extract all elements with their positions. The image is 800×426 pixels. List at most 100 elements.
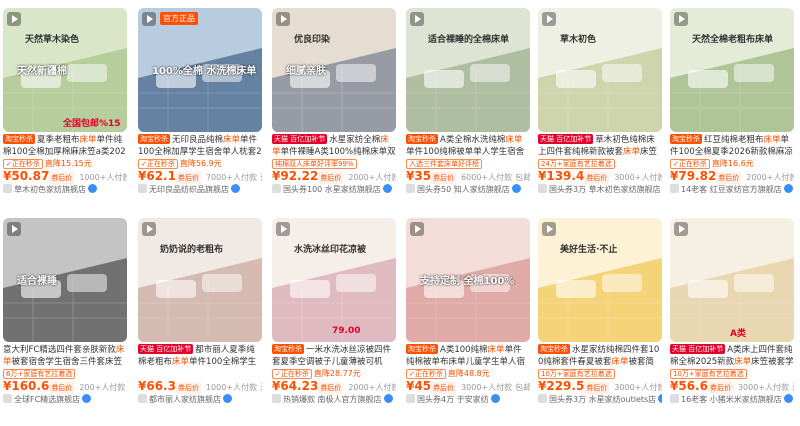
- product-card[interactable]: 适合裸睡 意大利FC精选四件套亲肤新款床单被套宿舍学生宿舍三件套床笠床上 6万+…: [3, 218, 127, 426]
- arrow-right-icon[interactable]: [383, 394, 393, 403]
- channel-tag: 淘宝秒杀: [3, 134, 35, 144]
- shop-line[interactable]: 国头券3万 草木初色家纺旗舰店: [538, 184, 662, 196]
- price: ¥79.82: [670, 169, 717, 183]
- shop-line[interactable]: 草木初色家纺旗舰店: [3, 184, 127, 196]
- promo-badge: ✓正在秒杀: [3, 159, 43, 169]
- shop-icon: [538, 394, 547, 403]
- shop-icon: [538, 184, 547, 193]
- price: ¥66.3: [138, 379, 176, 393]
- video-icon[interactable]: [142, 12, 156, 26]
- promo-badge: 入选三件套床单好评榜: [406, 159, 482, 169]
- image-caption-top: 美好生活·不止: [560, 245, 618, 255]
- title-keyword: 床单: [172, 357, 190, 367]
- product-image[interactable]: 官方正品 100%全棉 水洗棉床单: [138, 8, 262, 132]
- product-card[interactable]: 草木初色 天猫 百亿加补节草木初色纯棉床上四件套纯棉新款被套床单床笠单人 24万…: [538, 8, 662, 216]
- arrow-right-icon[interactable]: [783, 394, 793, 403]
- sales-count: 200+人付款: [79, 383, 126, 392]
- promo-badge: ✓正在秒杀: [138, 159, 178, 169]
- product-title[interactable]: 淘宝秒杀红豆纯棉老粗布床单单件100全棉夏季2026新款棉麻凉爽床: [670, 134, 794, 158]
- arrow-right-icon[interactable]: [511, 184, 521, 193]
- product-image[interactable]: 奶奶说的老粗布: [138, 218, 262, 342]
- product-title[interactable]: 淘宝秒杀A类100纯棉床单单件纯棉被单布床单儿童学生单人宿舍: [406, 344, 530, 368]
- product-title[interactable]: 淘宝秒杀A类全棉水洗纯棉床单单件100纯棉被单单人学生宿舍单人被单: [406, 134, 530, 158]
- arrow-right-icon[interactable]: [88, 184, 97, 193]
- arrow-right-icon[interactable]: [382, 184, 392, 193]
- arrow-right-icon[interactable]: [490, 394, 500, 403]
- arrow-right-icon[interactable]: [658, 394, 662, 403]
- video-icon[interactable]: [7, 222, 21, 236]
- video-icon[interactable]: [410, 12, 424, 26]
- arrow-right-icon[interactable]: [231, 184, 240, 193]
- product-image[interactable]: 适合裸睡的全棉床单: [406, 8, 530, 132]
- shop-line[interactable]: 国头券3万 水星家纺outlets店: [538, 394, 662, 406]
- product-card[interactable]: A类 天猫 百亿加补节A类床上四件套纯棉全棉2025新款床单床笠被套学生宿舍三件…: [670, 218, 794, 426]
- shop-name: 全球FC精选旗舰店: [14, 395, 81, 404]
- product-title[interactable]: 意大利FC精选四件套亲肤新款床单被套宿舍学生宿舍三件套床笠床上: [3, 344, 127, 368]
- product-image[interactable]: 优良印染 细腻亲肤: [272, 8, 396, 132]
- shipping-text: 江苏: [260, 383, 262, 392]
- video-icon[interactable]: [410, 222, 424, 236]
- product-card[interactable]: 奶奶说的老粗布 天猫 百亿加补节都市丽人夏季纯棉老粗布床单单件100全棉学生宿舍…: [138, 218, 262, 426]
- product-card[interactable]: 美好生活·不止 淘宝秒杀水星家纺纯棉四件套100纯棉套件春夏被套床单被套简约 1…: [538, 218, 662, 426]
- sales-count: 3000+人付款: [614, 173, 662, 182]
- product-image[interactable]: 适合裸睡: [3, 218, 127, 342]
- price: ¥160.6: [3, 379, 50, 393]
- video-icon[interactable]: [674, 12, 688, 26]
- product-image[interactable]: 水洗冰丝印花凉被 79.00: [272, 218, 396, 342]
- product-image[interactable]: 天然草木染色 天然新疆棉 全国包邮%15: [3, 8, 127, 132]
- channel-tag: 天猫 百亿加补节: [138, 344, 194, 354]
- title-keyword: 床单: [611, 357, 629, 367]
- video-icon[interactable]: [142, 222, 156, 236]
- arrow-right-icon[interactable]: [783, 184, 793, 193]
- product-card[interactable]: 天然全棉老粗布床单 淘宝秒杀 红豆纯棉老粗布床单单件100全棉夏季2026新款棉麻…: [670, 8, 794, 216]
- shop-line[interactable]: 14老客 红豆家纺官方旗舰店: [670, 184, 794, 196]
- product-card[interactable]: 天然草木染色 天然新疆棉 全国包邮%15 淘宝秒杀 夏季老粗布床单单件纯棉100全…: [3, 8, 127, 216]
- product-info: 意大利FC精选四件套亲肤新款床单被套宿舍学生宿舍三件套床笠床上 6万+家庭有艺拉…: [3, 344, 127, 406]
- product-card[interactable]: 水洗冰丝印花凉被 79.00 淘宝秒杀 一米水洗冰丝凉被四件套夏季空调被子儿童薄被…: [272, 218, 396, 426]
- video-icon[interactable]: [542, 12, 556, 26]
- video-icon[interactable]: [674, 222, 688, 236]
- product-title[interactable]: 淘宝秒杀 一米水洗冰丝凉被四件套夏季空调被子儿童薄被可机: [272, 344, 396, 368]
- shop-line[interactable]: 国头券4万 于安家纺: [406, 394, 530, 406]
- sales-count: 1000+人付款: [205, 383, 258, 392]
- sales-count: 3000+人付款: [614, 383, 662, 392]
- video-icon[interactable]: [276, 12, 290, 26]
- shop-line[interactable]: 无印良品纺织品旗舰店: [138, 184, 262, 196]
- product-card[interactable]: 支持定制 全棉100% 淘宝秒杀 A类100纯棉床单单件纯棉被单布床单儿童学生单人…: [406, 218, 530, 426]
- channel-tag: 天猫 百亿加补节: [670, 344, 726, 354]
- shop-name: 无印良品纺织品旗舰店: [149, 185, 229, 194]
- shop-line[interactable]: 16老客 小猪米米家纺旗舰店: [670, 394, 794, 406]
- arrow-right-icon[interactable]: [82, 394, 92, 403]
- shop-line[interactable]: 都市丽人家纺旗舰店: [138, 394, 262, 406]
- shop-line[interactable]: 热销爆款 南极人官方旗舰店: [272, 394, 396, 406]
- product-image[interactable]: 天然全棉老粗布床单: [670, 8, 794, 132]
- video-icon[interactable]: [276, 222, 290, 236]
- video-icon[interactable]: [7, 12, 21, 26]
- channel-tag: 天猫 百亿加补节: [538, 134, 594, 144]
- product-title[interactable]: 淘宝秒杀夏季老粗布床单单件纯棉100全棉加厚棉麻床笠a类2026: [3, 134, 127, 158]
- video-icon[interactable]: [542, 222, 556, 236]
- product-card[interactable]: 优良印染 细腻亲肤 天猫 百亿加补节 水星家纺全棉床单单件裸睡A类100%纯棉床单…: [272, 8, 396, 216]
- price: ¥229.5: [538, 379, 585, 393]
- product-title[interactable]: 天猫 百亿加补节都市丽人夏季纯棉老粗布床单单件100全棉学生宿舍单人: [138, 344, 262, 368]
- title-text: A类100纯棉: [440, 345, 488, 355]
- shop-line[interactable]: 全球FC精选旗舰店: [3, 394, 127, 406]
- product-title[interactable]: 天猫 百亿加补节水星家纺全棉床单单件裸睡A类100%纯棉床单双人: [272, 134, 396, 158]
- product-title[interactable]: 天猫 百亿加补节草木初色纯棉床上四件套纯棉新款被套床单床笠单人: [538, 134, 662, 158]
- channel-tag: 淘宝秒杀: [272, 344, 304, 354]
- product-info: 淘宝秒杀水星家纺纯棉四件套100纯棉套件春夏被套床单被套简约 10万+家庭有艺拉…: [538, 344, 662, 406]
- product-title[interactable]: 淘宝秒杀水星家纺纯棉四件套100纯棉套件春夏被套床单被套简约: [538, 344, 662, 368]
- product-image[interactable]: 支持定制 全棉100%: [406, 218, 530, 342]
- product-title[interactable]: 天猫 百亿加补节A类床上四件套纯棉全棉2025新款床单床笠被套学生宿舍三件套: [670, 344, 794, 368]
- shop-line[interactable]: 国头券50 知人家纺旗舰店: [406, 184, 530, 196]
- arrow-right-icon[interactable]: [223, 394, 232, 403]
- shop-line[interactable]: 国头券100 水星家纺旗舰店: [272, 184, 396, 196]
- price-suffix: 券后价: [584, 172, 610, 184]
- product-card[interactable]: 适合裸睡的全棉床单 淘宝秒杀A类全棉水洗纯棉床单单件100纯棉被单单人学生宿舍单…: [406, 8, 530, 216]
- shop-name: 热销爆款 南极人官方旗舰店: [283, 395, 382, 404]
- product-title[interactable]: 淘宝秒杀无印良品纯棉床单单件100全棉加厚学生宿舍单人枕套2026: [138, 134, 262, 158]
- product-image[interactable]: A类: [670, 218, 794, 342]
- product-image[interactable]: 美好生活·不止: [538, 218, 662, 342]
- product-image[interactable]: 草木初色: [538, 8, 662, 132]
- product-card[interactable]: 官方正品 100%全棉 水洗棉床单 淘宝秒杀 无印良品纯棉床单单件100全棉加厚学…: [138, 8, 262, 216]
